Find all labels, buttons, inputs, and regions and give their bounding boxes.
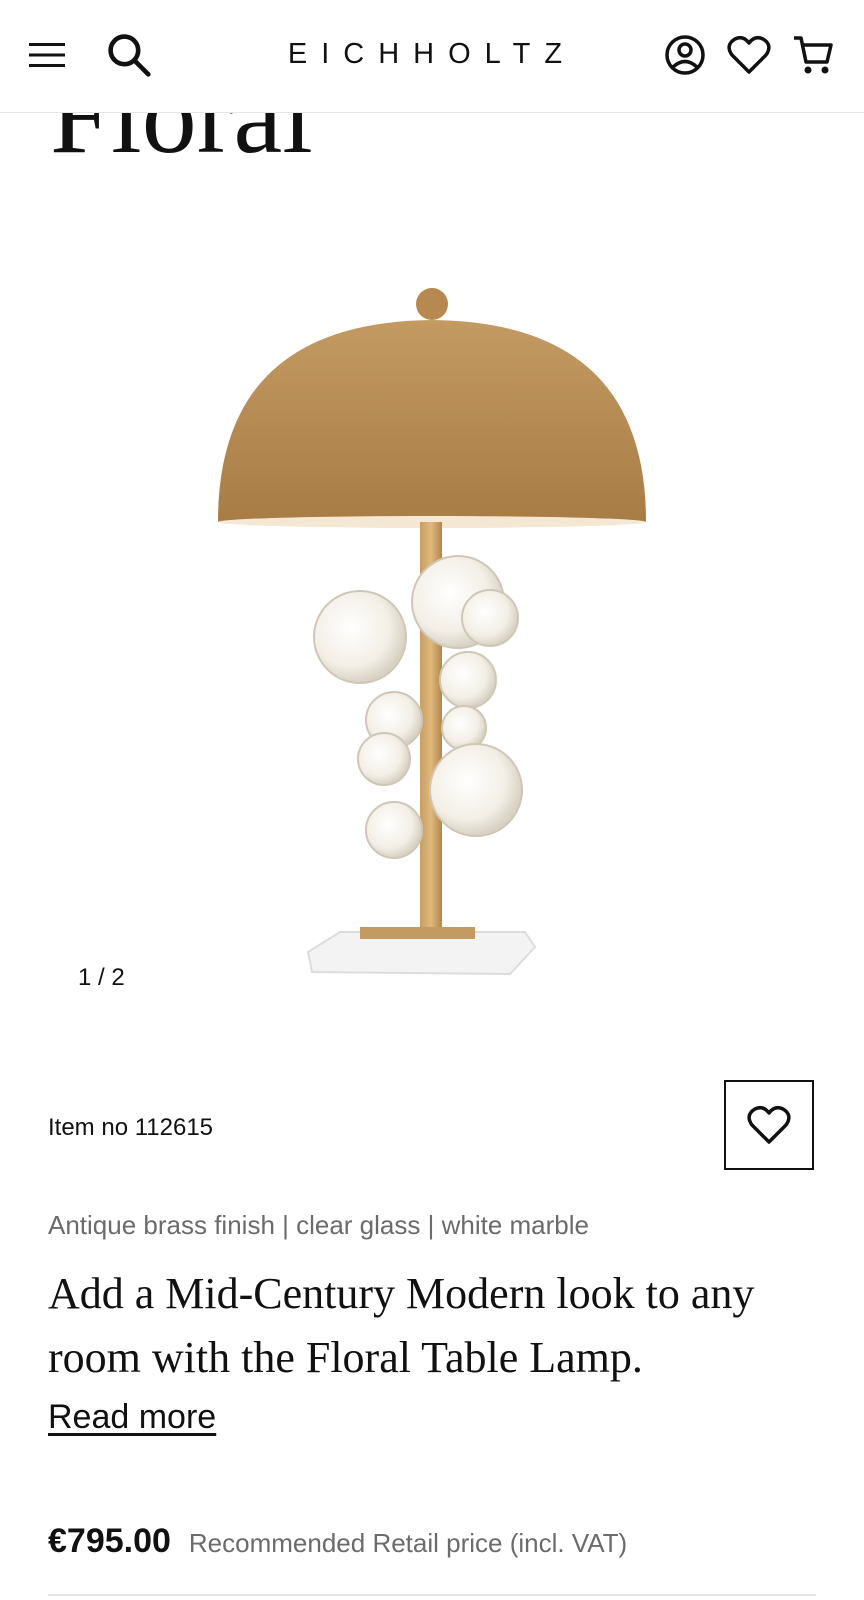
heart-icon (747, 1105, 791, 1144)
gallery-counter: 1 / 2 (78, 964, 125, 991)
price-note: Recommended Retail price (incl. VAT) (188, 1528, 628, 1558)
item-number: Item no 112615 (48, 1114, 214, 1141)
cart-icon[interactable] (790, 32, 836, 78)
price: €795.00 (48, 1522, 171, 1560)
account-icon[interactable] (662, 32, 708, 78)
product-materials: Antique brass finish | clear glass | whi… (48, 1210, 589, 1240)
price-row: €795.00 Recommended Retail price (incl. … (48, 1522, 627, 1561)
product-image[interactable] (200, 282, 660, 1002)
site-header: EICHHOLTZ (0, 0, 864, 113)
add-to-wishlist-button[interactable] (724, 1080, 814, 1170)
heart-icon[interactable] (726, 32, 772, 78)
divider (48, 1594, 816, 1596)
read-more-link[interactable]: Read more (48, 1398, 216, 1437)
product-description: Add a Mid-Century Modern look to any roo… (48, 1269, 755, 1382)
